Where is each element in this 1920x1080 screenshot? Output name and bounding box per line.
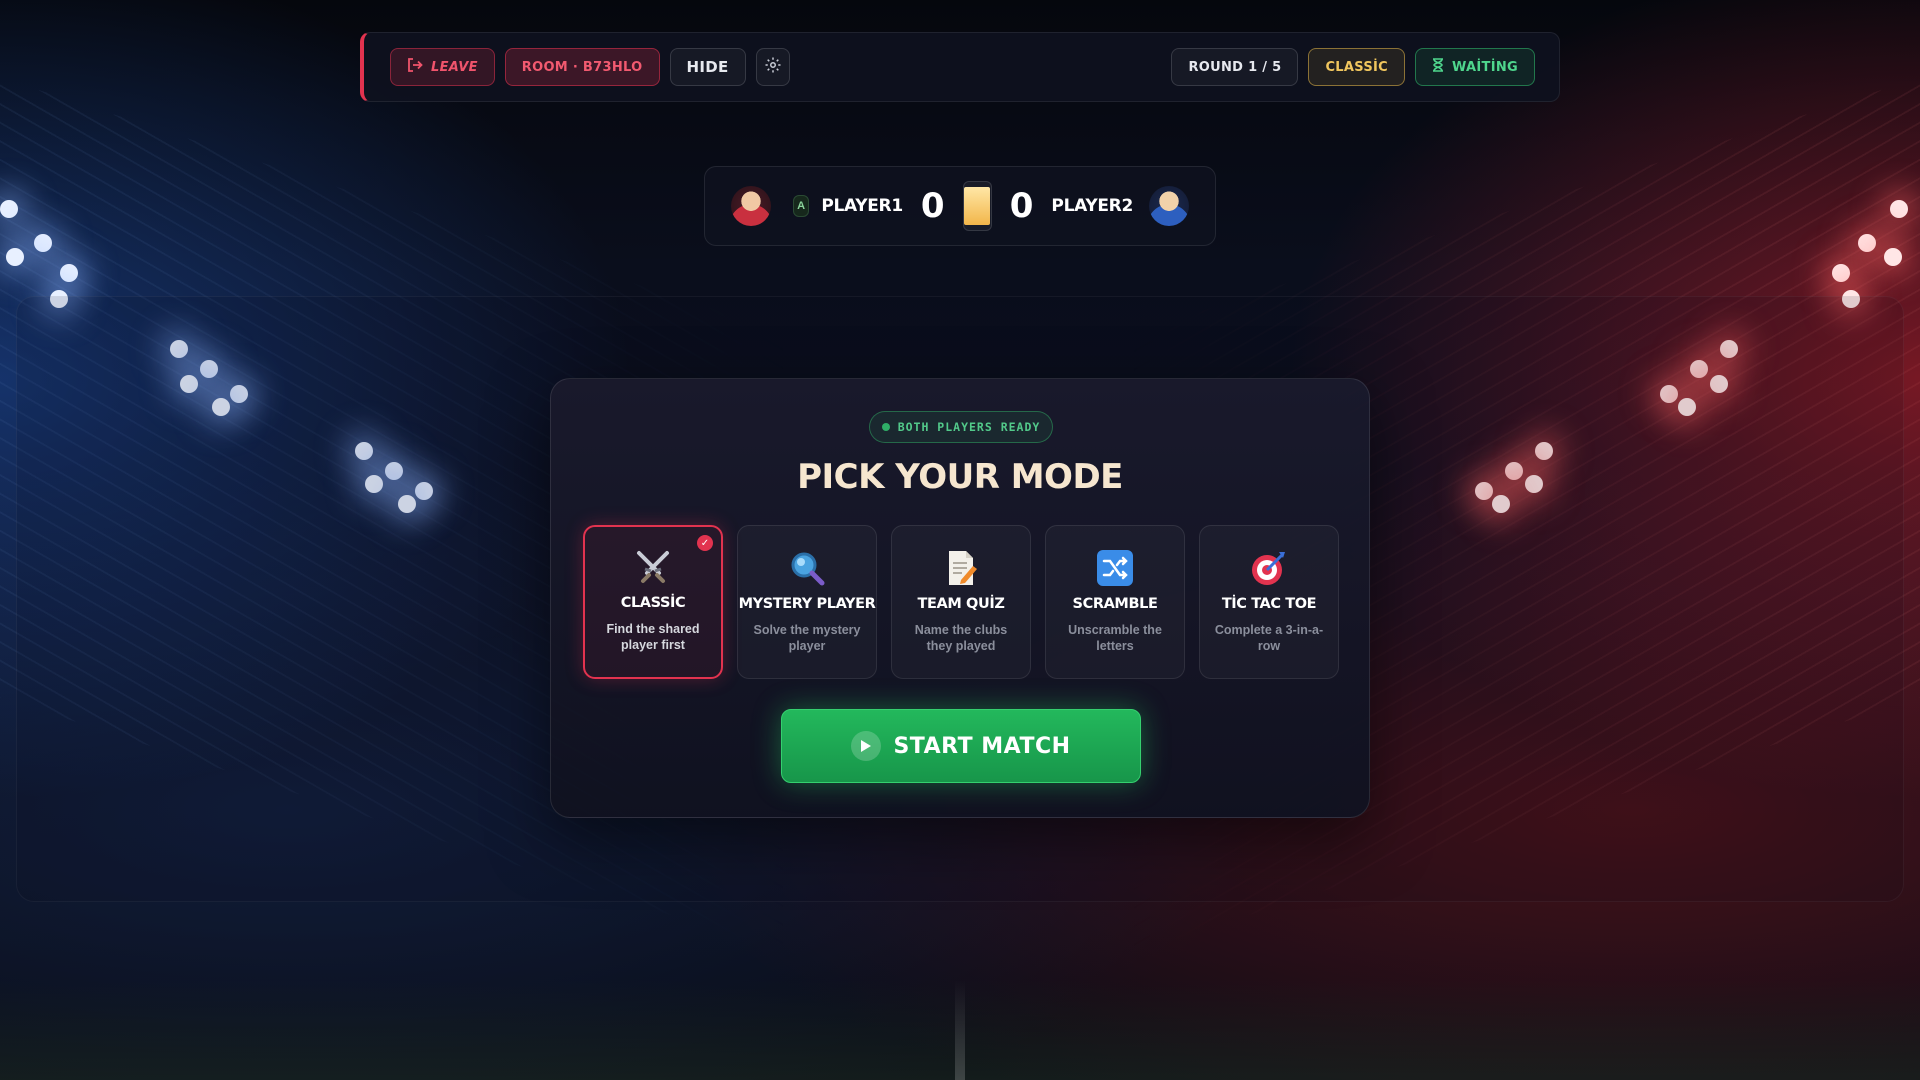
room-code-button[interactable]: ROOM · B73HLO bbox=[504, 48, 660, 86]
shuffle-icon bbox=[1095, 548, 1135, 588]
mode-badge: CLASSİC bbox=[1308, 48, 1405, 86]
player2-score: 0 bbox=[1009, 186, 1034, 226]
mode-name: MYSTERY PLAYER bbox=[738, 596, 876, 612]
magnifier-icon bbox=[787, 548, 827, 588]
top-bar: LEAVE ROOM · B73HLO HIDE ROUND 1 / 5 CLA… bbox=[360, 32, 1560, 102]
mode-desc: Find the shared player first bbox=[606, 622, 700, 652]
exit-icon bbox=[407, 58, 423, 76]
ready-dot-icon bbox=[881, 423, 890, 431]
target-icon bbox=[1249, 548, 1289, 588]
mode-select-panel: BOTH PLAYERS READY PICK YOUR MODE ✓ CLAS… bbox=[550, 378, 1370, 818]
leave-button[interactable]: LEAVE bbox=[390, 48, 495, 86]
mode-card-tic-tac-toe[interactable]: TİC TAC TOE Complete a 3-in-a-row bbox=[1199, 525, 1339, 679]
mode-desc: Unscramble the letters bbox=[1068, 623, 1162, 653]
mode-desc: Complete a 3-in-a-row bbox=[1214, 623, 1324, 653]
player1-name: PLAYER1 bbox=[821, 196, 903, 216]
mode-card-scramble[interactable]: SCRAMBLE Unscramble the letters bbox=[1045, 525, 1185, 679]
mode-name: TİC TAC TOE bbox=[1221, 596, 1317, 612]
mode-card-classic[interactable]: ✓ CLASSİC Find the shared player first bbox=[583, 525, 723, 679]
mode-desc: Name the clubs they played bbox=[914, 623, 1008, 653]
mode-card-team-quiz[interactable]: TEAM QUİZ Name the clubs they played bbox=[891, 525, 1031, 679]
ready-badge: BOTH PLAYERS READY bbox=[869, 411, 1053, 443]
hourglass-icon bbox=[1432, 58, 1444, 76]
yellow-card-icon bbox=[964, 187, 991, 225]
player1-score: 0 bbox=[920, 186, 945, 226]
selected-check-icon: ✓ bbox=[697, 535, 713, 551]
player2-name: PLAYER2 bbox=[1051, 196, 1133, 216]
card-slot bbox=[962, 181, 992, 231]
player1-badge: A bbox=[793, 195, 810, 217]
page-title: PICK YOUR MODE bbox=[797, 457, 1123, 497]
round-indicator: ROUND 1 / 5 bbox=[1171, 48, 1299, 86]
crossed-swords-icon bbox=[633, 547, 673, 587]
ready-label: BOTH PLAYERS READY bbox=[897, 420, 1041, 434]
memo-icon bbox=[941, 548, 981, 588]
player1-avatar bbox=[731, 186, 771, 226]
mode-desc: Solve the mystery player bbox=[753, 623, 861, 653]
player2-avatar bbox=[1149, 186, 1189, 226]
settings-button[interactable] bbox=[755, 48, 790, 86]
mode-name: TEAM QUİZ bbox=[917, 596, 1005, 612]
pitch bbox=[0, 980, 1920, 1080]
hide-button[interactable]: HIDE bbox=[669, 48, 746, 86]
start-match-label: START MATCH bbox=[893, 733, 1071, 759]
leave-label: LEAVE bbox=[431, 59, 478, 75]
status-label: WAİTİNG bbox=[1451, 59, 1518, 75]
play-icon bbox=[851, 731, 882, 761]
scoreboard: A PLAYER1 0 0 PLAYER2 bbox=[704, 166, 1216, 246]
status-badge: WAİTİNG bbox=[1414, 48, 1535, 86]
start-match-button[interactable]: START MATCH bbox=[781, 709, 1141, 783]
mode-name: CLASSİC bbox=[620, 595, 686, 611]
mode-list: ✓ CLASSİC Find the shared player first M… bbox=[583, 525, 1339, 679]
gear-icon bbox=[764, 56, 782, 78]
mode-card-mystery-player[interactable]: MYSTERY PLAYER Solve the mystery player bbox=[737, 525, 877, 679]
mode-name: SCRAMBLE bbox=[1072, 596, 1158, 612]
